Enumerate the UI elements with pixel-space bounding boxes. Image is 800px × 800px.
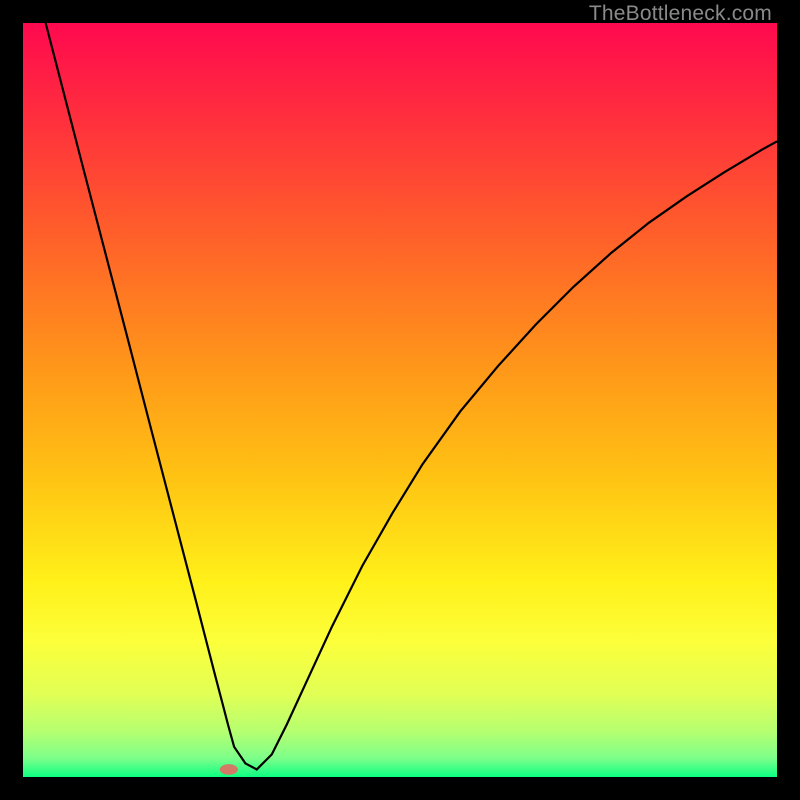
plot-frame bbox=[23, 23, 777, 777]
bottleneck-chart bbox=[23, 23, 777, 777]
watermark-text: TheBottleneck.com bbox=[589, 2, 772, 26]
optimal-point-marker bbox=[220, 764, 238, 775]
chart-background bbox=[23, 23, 777, 777]
